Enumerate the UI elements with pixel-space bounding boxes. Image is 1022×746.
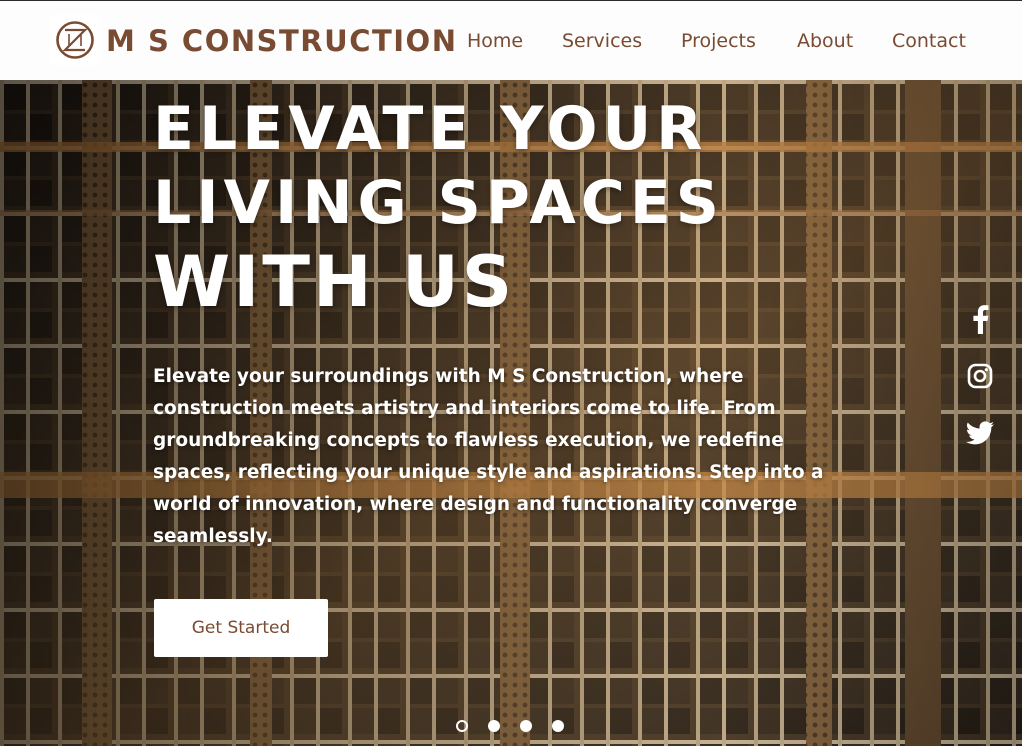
slider-dot-3[interactable]: [520, 720, 532, 732]
nav-contact[interactable]: Contact: [892, 27, 966, 55]
logo[interactable]: [50, 15, 100, 65]
brand-name[interactable]: M S CONSTRUCTION: [106, 21, 457, 61]
nav-services[interactable]: Services: [562, 27, 642, 55]
twitter-link[interactable]: [964, 418, 996, 450]
logo-mark-icon: [56, 21, 94, 59]
nav-home[interactable]: Home: [467, 27, 523, 55]
hero-description: Elevate your surroundings with M S Const…: [153, 366, 824, 547]
slider-dot-4[interactable]: [552, 720, 564, 732]
hero-title-line3: WITH US: [153, 241, 516, 323]
hero-section: ELEVATE YOUR LIVING SPACES WITH US Eleva…: [0, 80, 1022, 746]
nav-projects[interactable]: Projects: [681, 27, 756, 55]
slider-dot-1[interactable]: [456, 720, 468, 732]
facebook-icon: [973, 305, 989, 334]
hero-title-line1: ELEVATE YOUR: [153, 94, 708, 164]
hero-title: ELEVATE YOUR LIVING SPACES WITH US: [153, 92, 724, 324]
facebook-link[interactable]: [964, 303, 996, 335]
slider-dot-2[interactable]: [488, 720, 500, 732]
twitter-icon: [965, 421, 994, 445]
instagram-link[interactable]: [964, 360, 996, 392]
get-started-button[interactable]: Get Started: [154, 599, 328, 657]
hero-title-line2: LIVING SPACES: [153, 168, 725, 238]
slider-dots: [456, 720, 564, 732]
instagram-icon: [967, 363, 993, 389]
nav-about[interactable]: About: [797, 27, 853, 55]
site-header: M S CONSTRUCTION Home Services Projects …: [0, 0, 1022, 80]
